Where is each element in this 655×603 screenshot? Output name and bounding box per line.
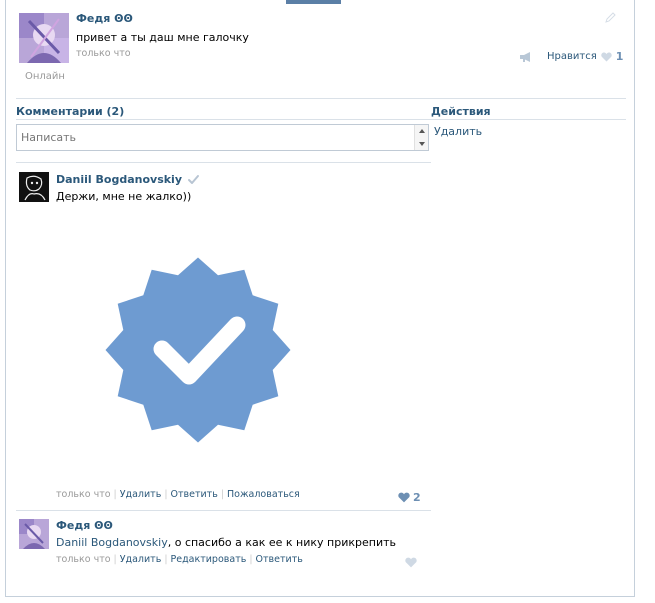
- comment-timestamp[interactable]: только что: [56, 554, 111, 565]
- comment-text: Держи, мне не жалко)): [56, 190, 192, 203]
- divider: [16, 510, 431, 511]
- comment-like-button[interactable]: 2: [398, 491, 421, 504]
- like-count: 1: [615, 50, 624, 63]
- post-author-avatar[interactable]: [19, 13, 69, 63]
- divider: [16, 162, 431, 163]
- comment-delete-link[interactable]: Удалить: [120, 554, 162, 565]
- post-text: привет а ты даш мне галочку: [76, 31, 249, 44]
- comment-text: Daniil Bogdanovskiy, о спасибо а как ее …: [56, 536, 396, 549]
- comment-report-link[interactable]: Пожаловаться: [227, 489, 300, 500]
- post-author-name[interactable]: Федя ꙨꙨ: [76, 12, 133, 25]
- comment-body: , о спасибо а как ее к нику прикрепить: [167, 536, 397, 549]
- heart-icon[interactable]: [405, 557, 417, 568]
- delete-post-link[interactable]: Удалить: [434, 125, 482, 138]
- heart-icon: [398, 492, 410, 503]
- post-like-button[interactable]: Нравится 1: [547, 50, 623, 63]
- actions-header: Действия: [431, 105, 491, 118]
- divider: [431, 119, 626, 120]
- divider: [16, 119, 431, 120]
- scroll-down-icon[interactable]: [419, 142, 425, 146]
- comment-input-box[interactable]: [16, 124, 429, 151]
- comment-reply-link[interactable]: Ответить: [171, 489, 218, 500]
- divider: [16, 98, 626, 99]
- scroll-up-icon[interactable]: [419, 129, 425, 133]
- verified-badge-image[interactable]: [57, 228, 325, 486]
- like-label: Нравится: [547, 51, 597, 62]
- comment-edit-link[interactable]: Редактировать: [171, 554, 247, 565]
- comment-author-avatar[interactable]: [19, 172, 49, 202]
- comment-author-avatar[interactable]: [19, 519, 49, 549]
- comments-header: Комментарии (2): [16, 105, 125, 118]
- verified-check-icon: [188, 175, 200, 184]
- online-status: Онлайн: [25, 71, 65, 82]
- comment-meta: только что | Удалить | Редактировать | Ответит…: [56, 554, 303, 565]
- comment-input[interactable]: [17, 125, 412, 150]
- comment-reply-link[interactable]: Ответить: [256, 554, 303, 565]
- comment-like-count: 2: [413, 491, 421, 504]
- megaphone-icon[interactable]: [519, 51, 533, 63]
- post-timestamp[interactable]: только что: [76, 48, 131, 59]
- edit-pencil-icon[interactable]: [604, 12, 616, 24]
- comment-timestamp[interactable]: только что: [56, 489, 111, 500]
- comment-author-name[interactable]: Федя ꙨꙨ: [56, 519, 113, 532]
- comment-delete-link[interactable]: Удалить: [120, 489, 162, 500]
- comment-meta: только что | Удалить | Ответить | Пожаловаться: [56, 489, 300, 500]
- input-scrollbar[interactable]: [414, 125, 428, 150]
- comment-author-label: Daniil Bogdanovskiy: [56, 173, 183, 186]
- active-tab-indicator: [286, 0, 341, 4]
- mention-link[interactable]: Daniil Bogdanovskiy: [56, 536, 168, 549]
- heart-icon: [601, 52, 612, 61]
- comment-author-name[interactable]: Daniil Bogdanovskiy: [56, 173, 200, 186]
